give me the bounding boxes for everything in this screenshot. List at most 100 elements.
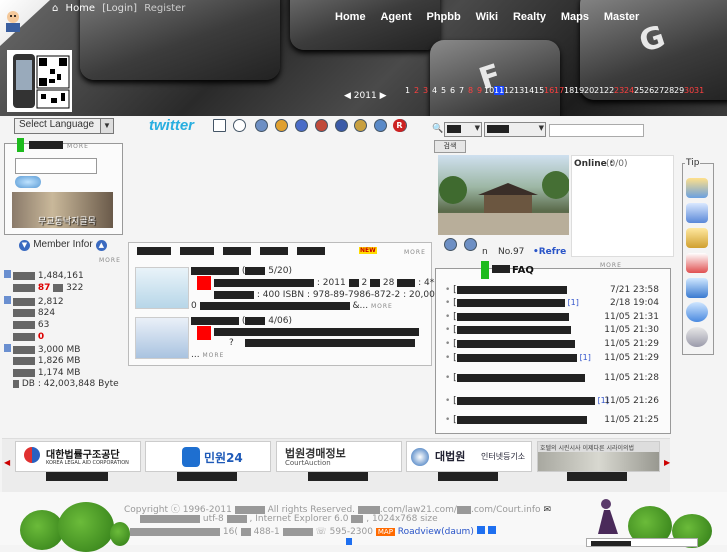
search-icon[interactable]: 🔍 [432, 124, 443, 134]
search-field-select[interactable]: ▼ [484, 122, 546, 137]
roadview-icon[interactable] [476, 526, 485, 534]
faq-more-link[interactable]: MORE [600, 262, 622, 269]
calendar-day[interactable]: 31 [694, 86, 704, 95]
calendar-day[interactable]: 1 [403, 86, 412, 95]
more-link[interactable]: MORE [67, 143, 89, 150]
calendar-day[interactable]: 20 [584, 86, 594, 95]
nav-phpbb[interactable]: Phpbb [426, 11, 460, 23]
login-link[interactable]: [Login] [102, 3, 137, 14]
compass-icon[interactable] [232, 119, 246, 132]
faq-item[interactable]: • [11/05 21:30 [445, 325, 659, 335]
calendar-day[interactable]: 8 [466, 86, 475, 95]
home-icon[interactable]: ⌂ [52, 3, 58, 14]
refresh-link[interactable]: •Refre [533, 247, 566, 257]
calendar-day[interactable]: 18 [564, 86, 574, 95]
star-icon[interactable] [274, 119, 288, 132]
calendar-day[interactable]: 9 [475, 86, 484, 95]
news-item-title[interactable]: ( 5/20) [191, 266, 292, 276]
banner-hotel[interactable]: 호텔의 시린시사 이제다른 시라이의법 [537, 441, 660, 472]
news-tab[interactable] [179, 246, 214, 255]
calendar-day[interactable]: 23 [614, 86, 624, 95]
mascot-icon[interactable] [2, 8, 24, 32]
calendar-day[interactable]: 11 [494, 86, 504, 95]
calendar-day[interactable]: 3 [421, 86, 430, 95]
faq-item[interactable]: • [11/05 21:25 [445, 415, 659, 425]
restaurant-banner[interactable]: 무교동낙지골목 [12, 192, 113, 228]
home-link[interactable]: Home [66, 3, 96, 14]
tip-shop-icon[interactable] [686, 178, 708, 198]
user-icon[interactable] [374, 119, 388, 132]
banner-next-icon[interactable]: ▶ [664, 458, 670, 467]
r-badge-icon[interactable]: R [393, 119, 406, 132]
bookmark-icon[interactable] [294, 119, 308, 132]
calendar-day[interactable]: 16 [544, 86, 554, 95]
calendar-day[interactable]: 19 [574, 86, 584, 95]
news-tab[interactable] [222, 246, 251, 255]
banner-legal-aid[interactable]: 대한법률구조공단 KOREA LEGAL AID CORPORATION [15, 441, 141, 472]
people-icon[interactable] [334, 119, 348, 132]
photo-image[interactable] [438, 155, 570, 235]
map-button[interactable]: MAP [375, 528, 395, 536]
calendar-day[interactable]: 6 [448, 86, 457, 95]
tip-globe-icon[interactable] [686, 302, 708, 322]
banner-minwon24[interactable]: 민원24 [145, 441, 271, 472]
next-photo-icon[interactable] [463, 238, 477, 251]
login-button-icon[interactable] [15, 176, 41, 188]
news-tab[interactable] [259, 246, 288, 255]
news-more-link[interactable]: MORE [404, 249, 426, 256]
calendar-day[interactable]: 10 [484, 86, 494, 95]
faq-item[interactable]: • [11/05 21:31 [445, 312, 659, 322]
doc-icon[interactable] [213, 119, 226, 132]
cal-next-button[interactable]: ▶ [380, 91, 387, 101]
member-more-link[interactable]: MORE [99, 257, 121, 264]
nav-maps[interactable]: Maps [561, 11, 589, 23]
calendar-day[interactable]: 2 [412, 86, 421, 95]
calendar-day[interactable]: 13 [514, 86, 524, 95]
news-thumbnail[interactable] [135, 267, 189, 309]
news-tab[interactable] [137, 246, 171, 255]
calendar-day[interactable]: 22 [604, 86, 614, 95]
calendar-day[interactable]: 26 [644, 86, 654, 95]
calendar-day[interactable]: 15 [534, 86, 544, 95]
footer-domain-2[interactable]: .com/Court.info [471, 505, 541, 515]
faq-item[interactable]: • [11/05 21:28 [445, 373, 659, 383]
news-item-more[interactable]: MORE [202, 352, 224, 359]
faq-item[interactable]: • [ [1] 2/18 19:04 [445, 298, 659, 308]
faq-item[interactable]: • [ [1] 11/05 21:26 [445, 396, 659, 406]
nav-agent[interactable]: Agent [380, 11, 411, 23]
nav-wiki[interactable]: Wiki [476, 11, 499, 23]
news-item-more[interactable]: MORE [371, 303, 393, 310]
chevron-down-icon[interactable]: ▼ [19, 240, 30, 251]
qr-phone-image[interactable] [7, 50, 72, 112]
calendar-day[interactable]: 21 [594, 86, 604, 95]
faq-item[interactable]: • [11/05 21:29 [445, 339, 659, 349]
prev-photo-icon[interactable] [444, 238, 457, 251]
gear-icon[interactable] [354, 119, 368, 132]
nav-master[interactable]: Master [604, 11, 639, 23]
nav-realty[interactable]: Realty [513, 11, 546, 23]
cal-prev-button[interactable]: ◀ [344, 91, 351, 101]
twitter-logo[interactable]: twitter [149, 117, 194, 134]
news-item-title[interactable]: ( 4/06) [191, 316, 292, 326]
nav-home[interactable]: Home [335, 11, 366, 23]
share-icon[interactable] [314, 119, 328, 132]
faq-item[interactable]: • [ [1] 11/05 21:29 [445, 353, 659, 363]
tip-disk-icon[interactable] [686, 327, 708, 347]
calendar-day[interactable]: 24 [624, 86, 634, 95]
chevron-up-icon[interactable]: ▲ [95, 240, 107, 251]
tip-thermometer-icon[interactable] [686, 253, 708, 273]
roadview-link[interactable]: Roadview(daum) [398, 527, 474, 537]
globe-icon[interactable] [255, 119, 268, 132]
banner-supreme-court[interactable]: 대법원 인터넷등기소 [406, 441, 532, 472]
footer-select[interactable] [586, 538, 698, 547]
search-category-select[interactable]: ▼ [444, 122, 482, 137]
calendar-day[interactable]: 27 [654, 86, 664, 95]
tip-box-icon[interactable] [686, 228, 708, 248]
banner-court-auction[interactable]: 법원경매정보 CourtAuction [276, 441, 402, 472]
login-id-input[interactable] [15, 158, 97, 174]
calendar-day[interactable]: 17 [554, 86, 564, 95]
calendar-day[interactable]: 25 [634, 86, 644, 95]
calendar-day[interactable]: 14 [524, 86, 534, 95]
search-input[interactable] [549, 124, 644, 137]
calendar-day[interactable]: 30 [684, 86, 694, 95]
